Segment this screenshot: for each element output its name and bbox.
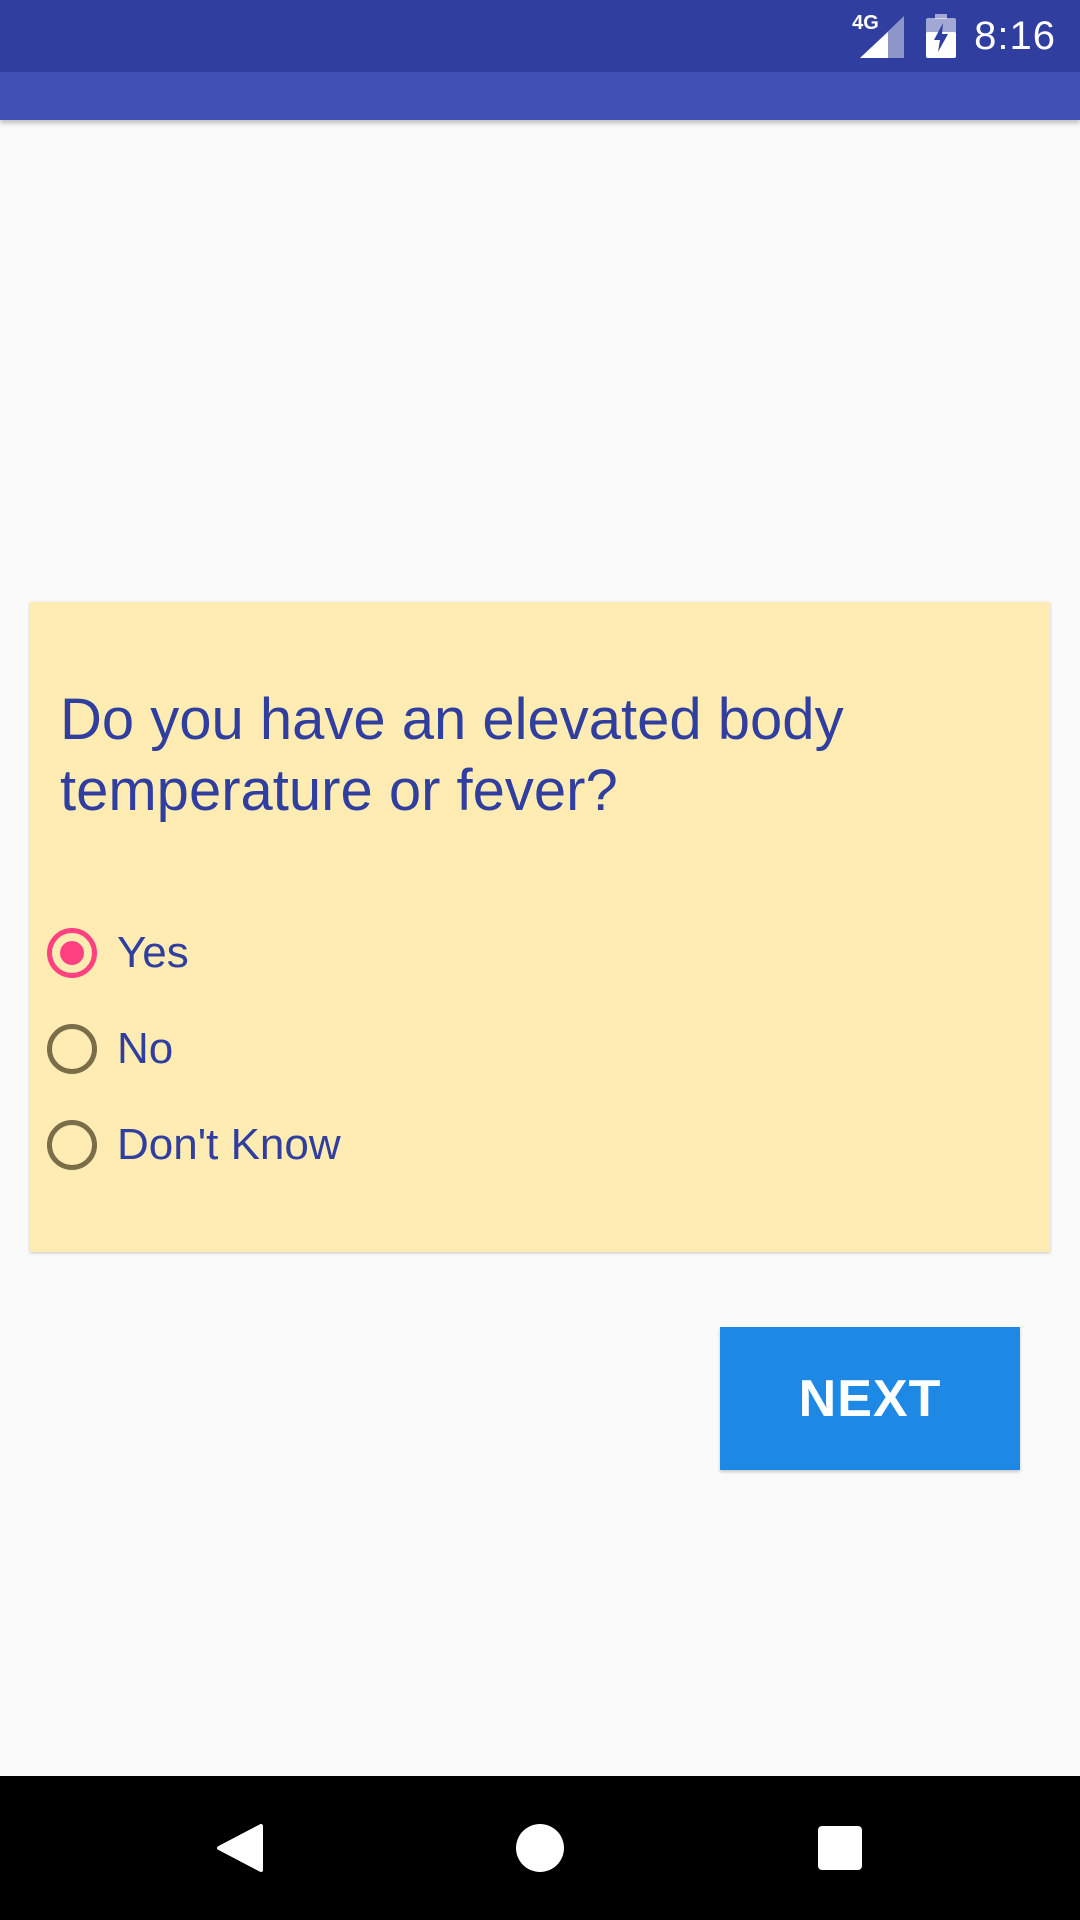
radio-label-yes: Yes [117,928,189,977]
answer-radio-group: Yes No Don't Know [47,905,341,1193]
app-bar [0,72,1080,120]
home-icon [516,1824,564,1872]
radio-option-dont-know[interactable]: Don't Know [47,1097,341,1193]
network-indicator: 4G [852,12,908,58]
radio-label-dont-know: Don't Know [117,1120,341,1169]
question-text: Do you have an elevated body temperature… [60,687,844,823]
signal-icon [860,16,905,58]
status-bar: 4G 8:16 [0,0,1080,72]
next-button[interactable]: NEXT [720,1327,1020,1470]
radio-label-no: No [117,1024,174,1073]
status-clock: 8:16 [974,13,1056,58]
question-card: Do you have an elevated body temperature… [30,602,1050,1252]
recents-button[interactable] [760,1776,920,1920]
radio-button-unchecked[interactable] [47,1120,97,1170]
radio-option-yes[interactable]: Yes [47,905,341,1001]
back-button[interactable] [160,1776,320,1920]
screen: 4G 8:16 Do you have an elevated body tem… [0,0,1080,1920]
radio-option-no[interactable]: No [47,1001,341,1097]
battery-charging-icon [926,14,957,58]
status-icons: 4G 8:16 [852,0,1056,72]
back-icon [217,1824,263,1872]
recents-icon [818,1826,862,1870]
navigation-bar [0,1776,1080,1920]
radio-button-checked[interactable] [47,928,97,978]
home-button[interactable] [460,1776,620,1920]
radio-button-unchecked[interactable] [47,1024,97,1074]
